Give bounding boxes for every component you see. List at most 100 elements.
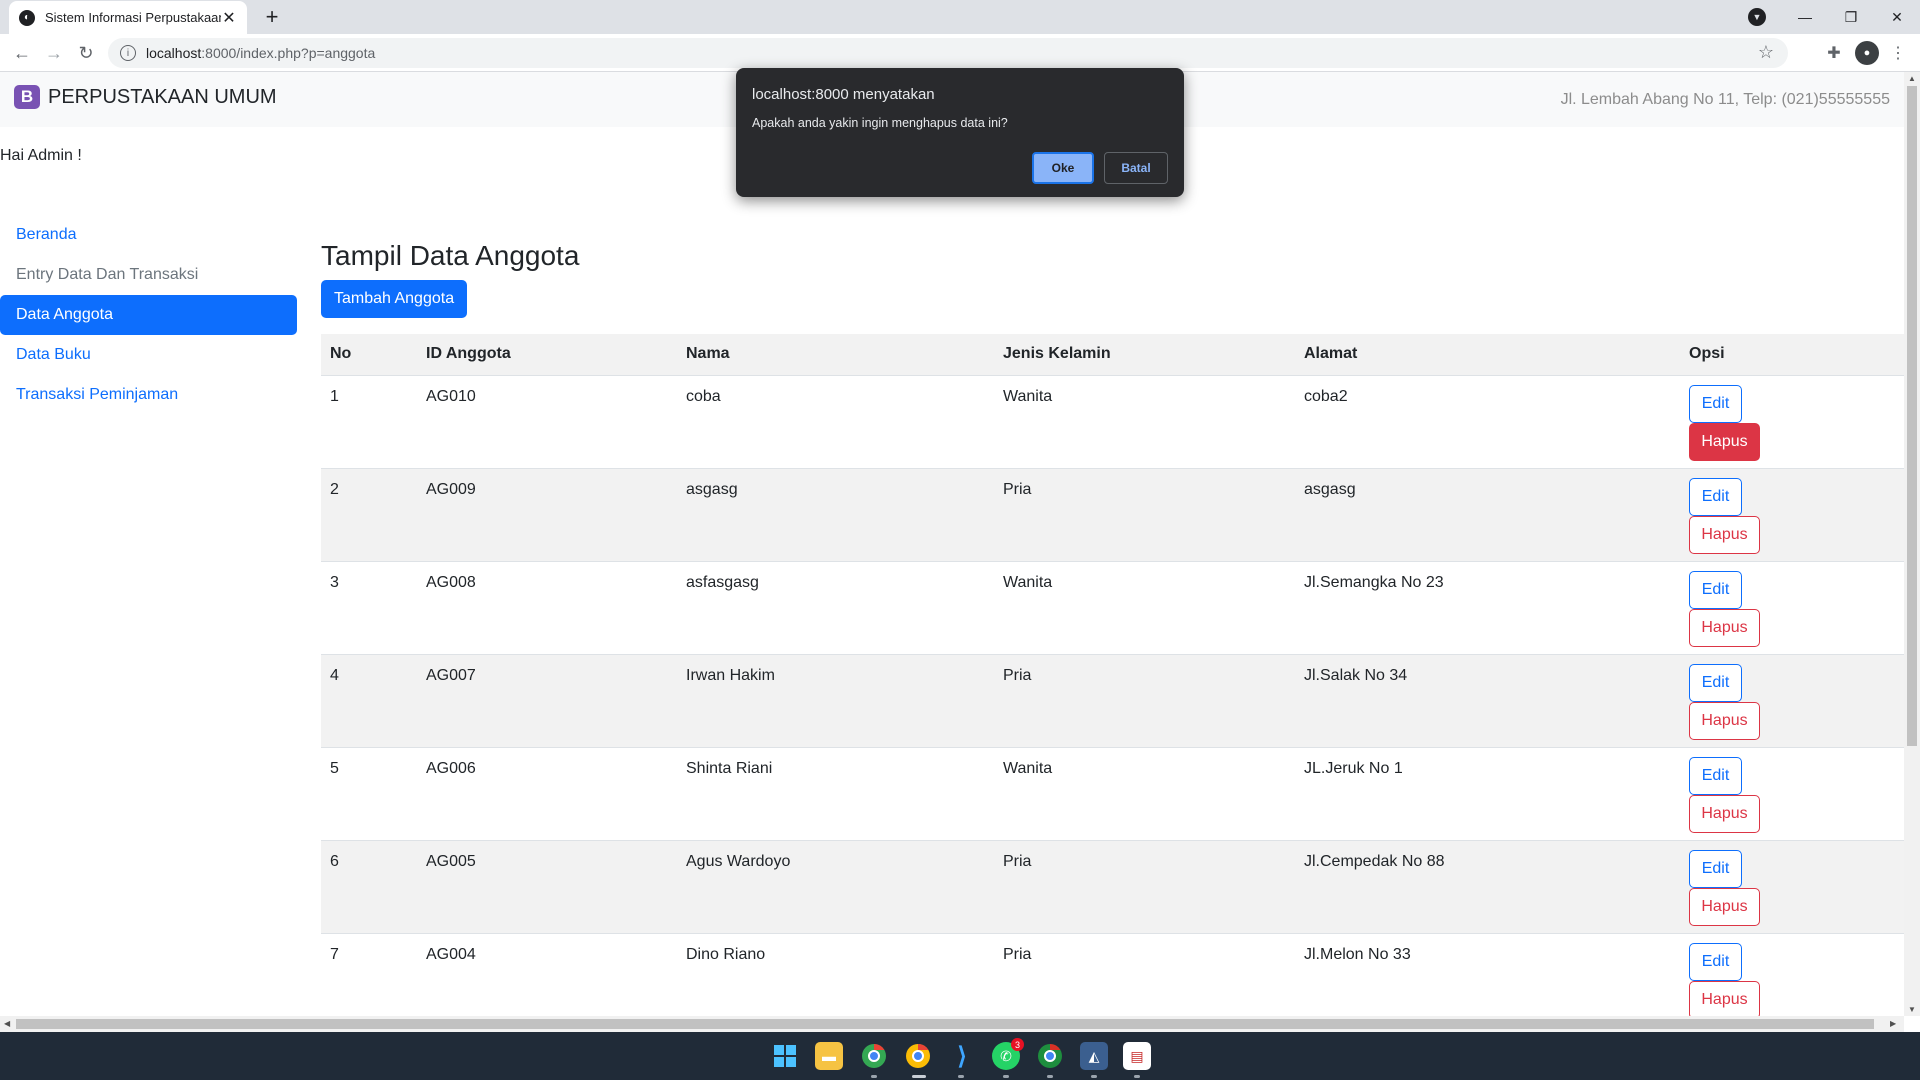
edit-button[interactable]: Edit xyxy=(1689,663,1742,702)
cell-opsi: Edit Hapus xyxy=(1680,654,1904,748)
cell-id: AG004 xyxy=(417,933,677,1016)
cell-opsi: Edit Hapus xyxy=(1680,840,1904,934)
profile-avatar-icon[interactable]: ● xyxy=(1855,41,1879,65)
cell-gender: Pria xyxy=(994,468,1295,562)
reload-icon[interactable]: ↻ xyxy=(72,39,100,67)
cell-nama: Shinta Riani xyxy=(677,747,994,841)
extensions-puzzle-icon[interactable]: ✚ xyxy=(1822,41,1846,65)
close-window-button[interactable]: ✕ xyxy=(1874,0,1920,34)
cell-id: AG006 xyxy=(417,747,677,841)
delete-button[interactable]: Hapus xyxy=(1689,794,1760,833)
site-brand[interactable]: B PERPUSTAKAAN UMUM xyxy=(14,85,277,109)
cell-gender: Wanita xyxy=(994,375,1295,469)
scroll-down-arrow-icon[interactable]: ▼ xyxy=(1908,1005,1916,1014)
notification-badge: 3 xyxy=(1011,1038,1024,1051)
cell-opsi: Edit Hapus xyxy=(1680,933,1904,1016)
tab-close-icon[interactable]: ✕ xyxy=(221,8,237,28)
delete-button[interactable]: Hapus xyxy=(1689,980,1760,1016)
cell-nama: Agus Wardoyo xyxy=(677,840,994,934)
cell-gender: Pria xyxy=(994,840,1295,934)
table-row: 5 AG006 Shinta Riani Wanita JL.Jeruk No … xyxy=(321,747,1904,841)
horizontal-scrollbar[interactable]: ◀ ▶ xyxy=(0,1016,1904,1032)
cell-id: AG010 xyxy=(417,375,677,469)
whatsapp-icon[interactable]: ✆ 3 xyxy=(992,1038,1024,1070)
cell-opsi: Edit Hapus xyxy=(1680,561,1904,655)
minimize-button[interactable]: — xyxy=(1782,0,1828,34)
edit-button[interactable]: Edit xyxy=(1689,849,1742,888)
page-viewport: B PERPUSTAKAAN UMUM Jl. Lembah Abang No … xyxy=(0,72,1904,1016)
vscode-icon[interactable]: ⟩ xyxy=(948,1042,976,1070)
add-member-button[interactable]: Tambah Anggota xyxy=(321,280,468,318)
sidebar-item-transaksi[interactable]: Transaksi Peminjaman xyxy=(0,375,297,415)
chrome-dev-icon[interactable] xyxy=(1036,1042,1064,1070)
library-address: Jl. Lembah Abang No 11, Telp: (021)55555… xyxy=(1560,91,1890,108)
chrome-profile-icon[interactable] xyxy=(904,1042,932,1070)
bookmark-star-icon[interactable]: ☆ xyxy=(1758,42,1774,63)
cancel-button[interactable]: Batal xyxy=(1104,152,1168,184)
cell-alamat: Jl.Cempedak No 88 xyxy=(1295,840,1680,934)
table-header-row: No ID Anggota Nama Jenis Kelamin Alamat … xyxy=(321,334,1904,376)
column-header: Jenis Kelamin xyxy=(994,334,1295,376)
active-indicator xyxy=(912,1075,926,1078)
browser-tab[interactable]: ◐ Sistem Informasi Perpustakaan ✕ xyxy=(9,1,247,34)
sidebar-item-data-buku[interactable]: Data Buku xyxy=(0,335,297,375)
scroll-left-arrow-icon[interactable]: ◀ xyxy=(4,1019,10,1028)
restore-button[interactable]: ❐ xyxy=(1828,0,1874,34)
address-bar[interactable]: i localhost:8000/index.php?p=anggota ☆ xyxy=(108,38,1788,68)
browser-tab-strip: ◐ Sistem Informasi Perpustakaan ✕ + ▼ — … xyxy=(0,0,1920,34)
chrome-icon[interactable] xyxy=(860,1042,888,1070)
edit-button[interactable]: Edit xyxy=(1689,570,1742,609)
edit-button[interactable]: Edit xyxy=(1689,384,1742,423)
horizontal-scroll-thumb[interactable] xyxy=(16,1019,1874,1029)
forward-arrow-icon[interactable]: → xyxy=(40,39,68,67)
members-table: No ID Anggota Nama Jenis Kelamin Alamat … xyxy=(321,334,1904,1016)
cell-opsi: Edit Hapus xyxy=(1680,468,1904,562)
ok-button[interactable]: Oke xyxy=(1032,152,1094,184)
delete-button[interactable]: Hapus xyxy=(1689,608,1760,647)
browser-menu-icon[interactable]: ⋮ xyxy=(1886,41,1910,65)
delete-button[interactable]: Hapus xyxy=(1689,701,1760,740)
tab-search-icon[interactable]: ▼ xyxy=(1748,8,1766,26)
cell-alamat: coba2 xyxy=(1295,375,1680,469)
new-tab-button[interactable]: + xyxy=(259,4,285,30)
table-row: 4 AG007 Irwan Hakim Pria Jl.Salak No 34 … xyxy=(321,654,1904,748)
cell-no: 5 xyxy=(321,747,417,841)
sidebar-item-entry-data[interactable]: Entry Data Dan Transaksi xyxy=(0,255,297,295)
sidebar-item-data-anggota[interactable]: Data Anggota xyxy=(0,295,297,335)
cell-nama: asgasg xyxy=(677,468,994,562)
edit-button[interactable]: Edit xyxy=(1689,942,1742,981)
delete-button[interactable]: Hapus xyxy=(1689,422,1760,461)
confirm-dialog: localhost:8000 menyatakan Apakah anda ya… xyxy=(736,68,1184,197)
scroll-right-arrow-icon[interactable]: ▶ xyxy=(1890,1019,1896,1028)
vertical-scrollbar[interactable]: ▲ ▼ xyxy=(1904,72,1920,1016)
cell-nama: Irwan Hakim xyxy=(677,654,994,748)
vertical-scroll-thumb[interactable] xyxy=(1907,86,1917,746)
cell-no: 6 xyxy=(321,840,417,934)
running-indicator xyxy=(871,1075,877,1078)
cell-no: 1 xyxy=(321,375,417,469)
dialog-title: localhost:8000 menyatakan xyxy=(752,86,935,103)
sidebar-item-beranda[interactable]: Beranda xyxy=(0,215,297,255)
edit-button[interactable]: Edit xyxy=(1689,477,1742,516)
cell-alamat: Jl.Semangka No 23 xyxy=(1295,561,1680,655)
delete-button[interactable]: Hapus xyxy=(1689,887,1760,926)
windows-start-icon[interactable] xyxy=(771,1042,799,1070)
back-arrow-icon[interactable]: ← xyxy=(8,39,36,67)
edit-button[interactable]: Edit xyxy=(1689,756,1742,795)
cell-no: 4 xyxy=(321,654,417,748)
database-tool-icon[interactable]: ◭ xyxy=(1080,1042,1108,1070)
cell-id: AG008 xyxy=(417,561,677,655)
browser-toolbar: ← → ↻ i localhost:8000/index.php?p=anggo… xyxy=(0,34,1920,72)
delete-button[interactable]: Hapus xyxy=(1689,515,1760,554)
site-info-icon[interactable]: i xyxy=(120,45,136,61)
file-explorer-icon[interactable]: ▬ xyxy=(815,1042,843,1070)
url-path: :8000/index.php?p=anggota xyxy=(201,45,376,61)
brand-name: PERPUSTAKAAN UMUM xyxy=(48,85,277,108)
running-indicator xyxy=(958,1075,964,1078)
document-viewer-icon[interactable]: ▤ xyxy=(1123,1042,1151,1070)
scroll-up-arrow-icon[interactable]: ▲ xyxy=(1908,74,1916,83)
table-row: 7 AG004 Dino Riano Pria Jl.Melon No 33 E… xyxy=(321,933,1904,1016)
windows-taskbar: ▬ ⟩ ✆ 3 ◭ ▤ xyxy=(0,1032,1920,1080)
column-header: Nama xyxy=(677,334,994,376)
cell-id: AG009 xyxy=(417,468,677,562)
